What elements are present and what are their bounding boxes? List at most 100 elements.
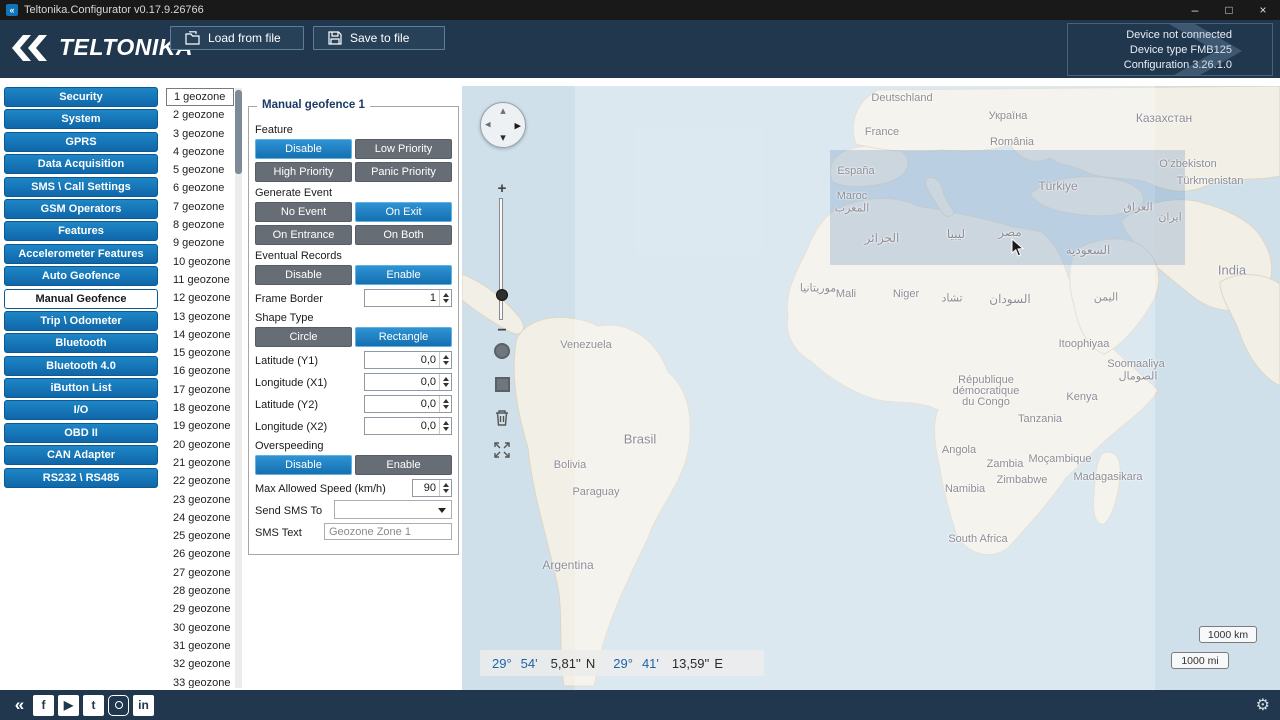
frame-border-spinner[interactable] — [439, 289, 451, 306]
send-sms-to-select[interactable] — [334, 500, 452, 519]
geozone-item[interactable]: 24 geozone — [166, 509, 234, 527]
geozone-item[interactable]: 13 geozone — [166, 308, 234, 326]
sidebar-item-i-o[interactable]: I/O — [4, 400, 158, 421]
geozone-item[interactable]: 12 geozone — [166, 289, 234, 307]
sidebar-item-bluetooth-4-0[interactable]: Bluetooth 4.0 — [4, 355, 158, 376]
geozone-item[interactable]: 27 geozone — [166, 564, 234, 582]
max-allowed-speed-input[interactable]: 90 — [412, 478, 452, 497]
pan-up-icon[interactable]: ▴ — [500, 106, 506, 117]
delete-shape-button[interactable] — [491, 406, 513, 428]
circle-shape-button[interactable]: Circle — [255, 327, 352, 347]
feature-low-priority-button[interactable]: Low Priority — [355, 139, 452, 159]
overspeeding-enable-button[interactable]: Enable — [355, 455, 452, 475]
zoom-out-button[interactable]: − — [494, 322, 510, 340]
eventual-records-disable-button[interactable]: Disable — [255, 265, 352, 285]
geozone-item[interactable]: 21 geozone — [166, 454, 234, 472]
on-both-button[interactable]: On Both — [355, 225, 452, 245]
zoom-slider-track[interactable] — [499, 198, 503, 320]
geozone-item[interactable]: 15 geozone — [166, 344, 234, 362]
on-entrance-button[interactable]: On Entrance — [255, 225, 352, 245]
on-exit-button[interactable]: On Exit — [355, 202, 452, 222]
geozone-item[interactable]: 26 geozone — [166, 545, 234, 563]
gear-icon[interactable]: ⚙ — [1256, 695, 1270, 715]
pan-down-icon[interactable]: ▾ — [500, 133, 506, 144]
geozone-item[interactable]: 5 geozone — [166, 161, 234, 179]
geozone-item[interactable]: 25 geozone — [166, 527, 234, 545]
sidebar-item-ibutton-list[interactable]: iButton List — [4, 378, 158, 399]
sms-text-input[interactable] — [324, 523, 452, 540]
geozone-item[interactable]: 31 geozone — [166, 637, 234, 655]
longitude-x2-spinner[interactable] — [439, 417, 451, 434]
geozone-item[interactable]: 17 geozone — [166, 381, 234, 399]
feature-disable-button[interactable]: Disable — [255, 139, 352, 159]
geozone-item[interactable]: 3 geozone — [166, 125, 234, 143]
sidebar-item-trip-odometer[interactable]: Trip \ Odometer — [4, 310, 158, 331]
geozone-item[interactable]: 2 geozone — [166, 106, 234, 124]
minimize-button[interactable]: – — [1178, 0, 1212, 20]
no-event-button[interactable]: No Event — [255, 202, 352, 222]
sidebar-item-gsm-operators[interactable]: GSM Operators — [4, 198, 158, 219]
zoom-slider-thumb[interactable] — [495, 289, 508, 301]
feature-high-priority-button[interactable]: High Priority — [255, 162, 352, 182]
geozone-item[interactable]: 18 geozone — [166, 399, 234, 417]
twitter-icon[interactable]: t — [83, 694, 104, 716]
latitude-y1-spinner[interactable] — [439, 351, 451, 368]
sidebar-item-manual-geofence[interactable]: Manual Geofence — [4, 288, 158, 309]
longitude-x1-input[interactable]: 0,0 — [364, 372, 452, 391]
maximize-button[interactable]: □ — [1212, 0, 1246, 20]
geozone-item[interactable]: 32 geozone — [166, 655, 234, 673]
geozone-item[interactable]: 9 geozone — [166, 234, 234, 252]
longitude-x2-input[interactable]: 0,0 — [364, 416, 452, 435]
sidebar-item-gprs[interactable]: GPRS — [4, 131, 158, 152]
latitude-y2-spinner[interactable] — [439, 395, 451, 412]
pan-right-icon[interactable]: ▸ — [514, 119, 521, 132]
circle-tool-button[interactable] — [491, 340, 513, 362]
max-allowed-speed-spinner[interactable] — [439, 479, 451, 496]
geozone-item[interactable]: 6 geozone — [166, 179, 234, 197]
geozone-item[interactable]: 20 geozone — [166, 436, 234, 454]
frame-border-input[interactable]: 1 — [364, 288, 452, 307]
longitude-x1-spinner[interactable] — [439, 373, 451, 390]
map-canvas[interactable]: Deutschland France España Україна România Tür… — [462, 86, 1280, 690]
geozone-scrollbar-thumb[interactable] — [235, 90, 242, 174]
eventual-records-enable-button[interactable]: Enable — [355, 265, 452, 285]
instagram-icon[interactable] — [108, 694, 129, 716]
map-pan-control[interactable]: ▴ ▾ ◂ ▸ — [480, 102, 526, 148]
geozone-scrollbar[interactable] — [235, 88, 242, 688]
geozone-item[interactable]: 14 geozone — [166, 326, 234, 344]
geozone-item[interactable]: 33 geozone — [166, 674, 234, 689]
rectangle-tool-button[interactable] — [491, 373, 513, 395]
save-to-file-button[interactable]: Save to file — [313, 26, 445, 50]
zoom-in-button[interactable]: + — [494, 180, 510, 197]
overspeeding-disable-button[interactable]: Disable — [255, 455, 352, 475]
sidebar-item-bluetooth[interactable]: Bluetooth — [4, 333, 158, 354]
sidebar-item-security[interactable]: Security — [4, 87, 158, 107]
geozone-item[interactable]: 10 geozone — [166, 253, 234, 271]
sidebar-item-sms-call-settings[interactable]: SMS \ Call Settings — [4, 176, 158, 197]
pan-left-icon[interactable]: ◂ — [485, 119, 491, 131]
sidebar-item-auto-geofence[interactable]: Auto Geofence — [4, 266, 158, 287]
geozone-item[interactable]: 4 geozone — [166, 143, 234, 161]
geozone-item[interactable]: 28 geozone — [166, 582, 234, 600]
geozone-item[interactable]: 22 geozone — [166, 472, 234, 490]
fit-extent-button[interactable] — [491, 439, 513, 461]
teltonika-icon[interactable]: « — [8, 695, 29, 716]
sidebar-item-system[interactable]: System — [4, 109, 158, 130]
geozone-item[interactable]: 19 geozone — [166, 417, 234, 435]
geozone-item[interactable]: 1 geozone — [166, 88, 234, 107]
load-from-file-button[interactable]: Load from file — [170, 26, 304, 50]
geozone-item[interactable]: 23 geozone — [166, 491, 234, 509]
linkedin-icon[interactable]: in — [133, 694, 154, 716]
sidebar-item-can-adapter[interactable]: CAN Adapter — [4, 445, 158, 466]
geozone-item[interactable]: 7 geozone — [166, 198, 234, 216]
sidebar-item-obd-ii[interactable]: OBD II — [4, 422, 158, 443]
sidebar-item-rs232-rs485[interactable]: RS232 \ RS485 — [4, 467, 158, 488]
geozone-item[interactable]: 30 geozone — [166, 619, 234, 637]
rectangle-shape-button[interactable]: Rectangle — [355, 327, 452, 347]
geozone-item[interactable]: 29 geozone — [166, 600, 234, 618]
facebook-icon[interactable]: f — [33, 694, 54, 716]
sidebar-item-data-acquisition[interactable]: Data Acquisition — [4, 154, 158, 175]
sidebar-item-accelerometer-features[interactable]: Accelerometer Features — [4, 243, 158, 264]
geozone-item[interactable]: 11 geozone — [166, 271, 234, 289]
latitude-y1-input[interactable]: 0,0 — [364, 350, 452, 369]
